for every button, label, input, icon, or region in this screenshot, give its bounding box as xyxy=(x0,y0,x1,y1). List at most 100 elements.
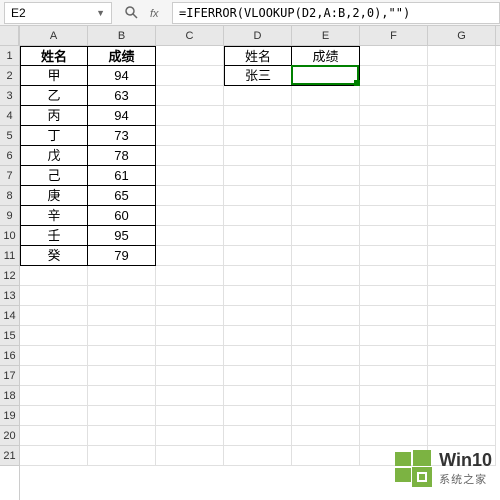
cell[interactable]: 94 xyxy=(88,106,156,126)
cell[interactable] xyxy=(224,306,292,326)
function-icon[interactable]: fx xyxy=(148,5,164,21)
cell[interactable] xyxy=(292,326,360,346)
cell[interactable] xyxy=(224,346,292,366)
col-header[interactable]: D xyxy=(224,26,292,45)
cell[interactable] xyxy=(428,126,496,146)
name-box[interactable]: E2 ▼ xyxy=(4,2,112,24)
cell[interactable] xyxy=(88,426,156,446)
cell[interactable] xyxy=(360,426,428,446)
cell[interactable] xyxy=(292,86,360,106)
cell[interactable] xyxy=(360,126,428,146)
cell[interactable] xyxy=(428,206,496,226)
cell[interactable] xyxy=(292,146,360,166)
cell[interactable] xyxy=(428,306,496,326)
cell[interactable] xyxy=(156,86,224,106)
cell[interactable] xyxy=(360,206,428,226)
cell[interactable] xyxy=(20,266,88,286)
cell[interactable] xyxy=(360,386,428,406)
cell[interactable] xyxy=(360,46,428,66)
cell[interactable] xyxy=(224,366,292,386)
row-header[interactable]: 3 xyxy=(0,86,19,106)
cell[interactable] xyxy=(20,306,88,326)
row-header[interactable]: 8 xyxy=(0,186,19,206)
cell[interactable] xyxy=(428,426,496,446)
cell[interactable] xyxy=(360,106,428,126)
cell[interactable] xyxy=(292,406,360,426)
row-header[interactable]: 11 xyxy=(0,246,19,266)
col-header[interactable]: A xyxy=(20,26,88,45)
cell[interactable] xyxy=(292,66,360,86)
col-header[interactable]: G xyxy=(428,26,496,45)
cell[interactable] xyxy=(428,186,496,206)
cell[interactable] xyxy=(428,146,496,166)
cell[interactable] xyxy=(156,306,224,326)
row-header[interactable]: 7 xyxy=(0,166,19,186)
cell[interactable] xyxy=(292,346,360,366)
cell[interactable] xyxy=(428,226,496,246)
cell[interactable] xyxy=(292,286,360,306)
cell[interactable] xyxy=(224,446,292,466)
cell[interactable]: 姓名 xyxy=(20,46,88,66)
row-header[interactable]: 13 xyxy=(0,286,19,306)
row-header[interactable]: 1 xyxy=(0,46,19,66)
cell[interactable] xyxy=(292,106,360,126)
row-header[interactable]: 16 xyxy=(0,346,19,366)
cell[interactable] xyxy=(224,286,292,306)
cell[interactable] xyxy=(20,406,88,426)
cell[interactable]: 乙 xyxy=(20,86,88,106)
cell[interactable]: 壬 xyxy=(20,226,88,246)
dropdown-arrow-icon[interactable]: ▼ xyxy=(96,8,105,18)
cell[interactable] xyxy=(88,286,156,306)
cell[interactable] xyxy=(88,406,156,426)
cell[interactable] xyxy=(156,126,224,146)
cell[interactable] xyxy=(156,246,224,266)
cell[interactable]: 辛 xyxy=(20,206,88,226)
cell[interactable] xyxy=(360,266,428,286)
cell[interactable] xyxy=(156,406,224,426)
cell[interactable]: 60 xyxy=(88,206,156,226)
cell[interactable] xyxy=(360,146,428,166)
cell[interactable] xyxy=(156,226,224,246)
cell[interactable] xyxy=(224,266,292,286)
row-header[interactable]: 20 xyxy=(0,426,19,446)
cell[interactable] xyxy=(292,306,360,326)
cell[interactable] xyxy=(156,46,224,66)
cell[interactable]: 姓名 xyxy=(224,46,292,66)
cell[interactable] xyxy=(20,346,88,366)
cell[interactable]: 成绩 xyxy=(88,46,156,66)
row-header[interactable]: 18 xyxy=(0,386,19,406)
row-header[interactable]: 19 xyxy=(0,406,19,426)
cell[interactable] xyxy=(428,326,496,346)
cell[interactable]: 65 xyxy=(88,186,156,206)
cell[interactable]: 78 xyxy=(88,146,156,166)
cell[interactable] xyxy=(88,326,156,346)
cell[interactable] xyxy=(20,446,88,466)
cell[interactable] xyxy=(156,366,224,386)
cell[interactable] xyxy=(292,226,360,246)
cell[interactable] xyxy=(428,406,496,426)
cell[interactable]: 79 xyxy=(88,246,156,266)
cell[interactable] xyxy=(428,86,496,106)
cell[interactable] xyxy=(428,286,496,306)
cell[interactable] xyxy=(292,266,360,286)
cell[interactable] xyxy=(156,186,224,206)
cell[interactable] xyxy=(88,386,156,406)
cell[interactable] xyxy=(156,326,224,346)
cell[interactable] xyxy=(156,146,224,166)
search-icon[interactable] xyxy=(124,5,140,21)
cell[interactable] xyxy=(224,146,292,166)
cell[interactable] xyxy=(88,266,156,286)
cell[interactable] xyxy=(224,226,292,246)
cell[interactable] xyxy=(360,326,428,346)
cell[interactable]: 庚 xyxy=(20,186,88,206)
cell[interactable]: 张三 xyxy=(224,66,292,86)
cell[interactable] xyxy=(360,366,428,386)
cell[interactable] xyxy=(292,206,360,226)
cell[interactable] xyxy=(428,246,496,266)
cell[interactable] xyxy=(224,426,292,446)
cell[interactable]: 61 xyxy=(88,166,156,186)
cell[interactable]: 癸 xyxy=(20,246,88,266)
cell[interactable] xyxy=(20,366,88,386)
cell[interactable] xyxy=(360,406,428,426)
cell[interactable] xyxy=(88,446,156,466)
